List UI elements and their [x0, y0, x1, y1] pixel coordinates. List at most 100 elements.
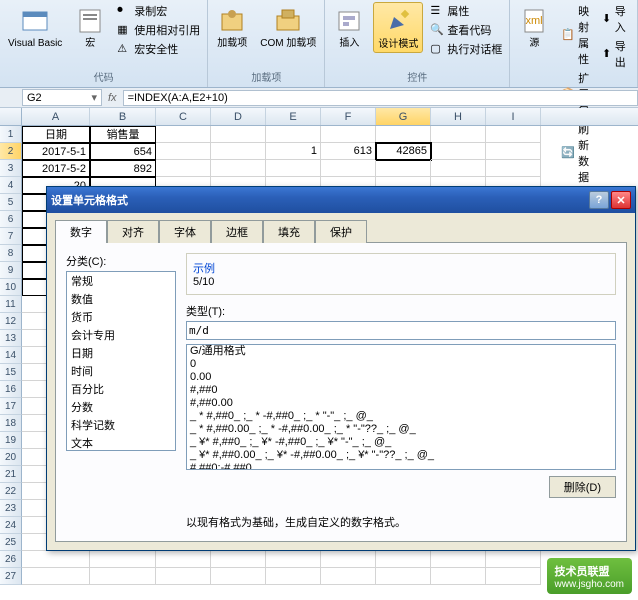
- cell[interactable]: [266, 551, 321, 568]
- delete-format-button[interactable]: 删除(D): [549, 476, 616, 498]
- run-dialog-button[interactable]: ▢执行对话框: [427, 40, 505, 58]
- category-listbox[interactable]: 常规数值货币会计专用日期时间百分比分数科学记数文本特殊自定义: [66, 271, 176, 451]
- cell[interactable]: 2017-5-1: [22, 143, 90, 160]
- row-header[interactable]: 22: [0, 483, 22, 500]
- macro-button[interactable]: 宏: [70, 2, 110, 51]
- row-header[interactable]: 8: [0, 245, 22, 262]
- format-item[interactable]: _ ¥* #,##0_ ;_ ¥* -#,##0_ ;_ ¥* "-"_ ;_ …: [187, 436, 615, 449]
- cell[interactable]: [431, 143, 486, 160]
- cell[interactable]: [266, 160, 321, 177]
- row-header[interactable]: 16: [0, 381, 22, 398]
- cell[interactable]: [156, 568, 211, 585]
- row-header[interactable]: 9: [0, 262, 22, 279]
- format-item[interactable]: #,##0.00: [187, 397, 615, 410]
- cell[interactable]: [321, 126, 376, 143]
- cell[interactable]: 1: [266, 143, 321, 160]
- format-item[interactable]: 0: [187, 358, 615, 371]
- col-header-B[interactable]: B: [90, 108, 156, 125]
- addins-button[interactable]: 加载项: [212, 2, 252, 51]
- dialog-close-button[interactable]: ✕: [611, 191, 631, 209]
- cell[interactable]: [486, 551, 541, 568]
- xml-import-button[interactable]: ⬇导入: [599, 2, 633, 36]
- cell[interactable]: [90, 551, 156, 568]
- cell[interactable]: [431, 126, 486, 143]
- row-header[interactable]: 1: [0, 126, 22, 143]
- cell[interactable]: [211, 160, 266, 177]
- cell[interactable]: [321, 551, 376, 568]
- format-item[interactable]: #,##0;-#,##0: [187, 462, 615, 470]
- row-header[interactable]: 23: [0, 500, 22, 517]
- cell[interactable]: [376, 160, 431, 177]
- format-listbox[interactable]: G/通用格式00.00#,##0#,##0.00_ * #,##0_ ;_ * …: [186, 344, 616, 470]
- row-header[interactable]: 27: [0, 568, 22, 585]
- row-header[interactable]: 13: [0, 330, 22, 347]
- dialog-tab[interactable]: 保护: [315, 220, 367, 243]
- row-header[interactable]: 18: [0, 415, 22, 432]
- dialog-tab[interactable]: 填充: [263, 220, 315, 243]
- category-item[interactable]: 日期: [67, 344, 175, 362]
- cell[interactable]: 销售量: [90, 126, 156, 143]
- cell[interactable]: 892: [90, 160, 156, 177]
- col-header-F[interactable]: F: [321, 108, 376, 125]
- row-header[interactable]: 17: [0, 398, 22, 415]
- namebox-dropdown-icon[interactable]: ▾: [91, 91, 97, 104]
- category-item[interactable]: 货币: [67, 308, 175, 326]
- format-item[interactable]: _ * #,##0.00_ ;_ * -#,##0.00_ ;_ * "-"??…: [187, 423, 615, 436]
- col-header-E[interactable]: E: [266, 108, 321, 125]
- cell[interactable]: [431, 551, 486, 568]
- cell[interactable]: [486, 160, 541, 177]
- dialog-titlebar[interactable]: 设置单元格格式 ? ✕: [47, 187, 635, 213]
- row-header[interactable]: 11: [0, 296, 22, 313]
- cell[interactable]: [211, 551, 266, 568]
- category-item[interactable]: 分数: [67, 398, 175, 416]
- xml-source-button[interactable]: xml 源: [514, 2, 554, 51]
- cell[interactable]: [486, 143, 541, 160]
- cell[interactable]: [211, 126, 266, 143]
- cell[interactable]: 日期: [22, 126, 90, 143]
- cell[interactable]: [156, 143, 211, 160]
- row-header[interactable]: 24: [0, 517, 22, 534]
- formula-input[interactable]: =INDEX(A:A,E2+10): [123, 90, 638, 106]
- com-addins-button[interactable]: COM 加载项: [256, 2, 320, 51]
- row-header[interactable]: 14: [0, 347, 22, 364]
- macro-security-button[interactable]: ⚠宏安全性: [114, 40, 203, 58]
- cell[interactable]: [486, 568, 541, 585]
- row-header[interactable]: 26: [0, 551, 22, 568]
- view-code-button[interactable]: 🔍查看代码: [427, 21, 505, 39]
- relative-ref-button[interactable]: ▦使用相对引用: [114, 21, 203, 39]
- dialog-tab[interactable]: 字体: [159, 220, 211, 243]
- cell[interactable]: [266, 568, 321, 585]
- cell[interactable]: [22, 551, 90, 568]
- record-macro-button[interactable]: ⏺录制宏: [114, 2, 203, 20]
- type-input[interactable]: [186, 321, 616, 340]
- format-item[interactable]: 0.00: [187, 371, 615, 384]
- category-item[interactable]: 百分比: [67, 380, 175, 398]
- format-item[interactable]: _ * #,##0_ ;_ * -#,##0_ ;_ * "-"_ ;_ @_: [187, 410, 615, 423]
- format-item[interactable]: _ ¥* #,##0.00_ ;_ ¥* -#,##0.00_ ;_ ¥* "-…: [187, 449, 615, 462]
- dialog-help-button[interactable]: ?: [589, 191, 609, 209]
- col-header-H[interactable]: H: [431, 108, 486, 125]
- design-mode-button[interactable]: 设计模式: [373, 2, 423, 53]
- row-header[interactable]: 7: [0, 228, 22, 245]
- row-header[interactable]: 25: [0, 534, 22, 551]
- dialog-tab[interactable]: 边框: [211, 220, 263, 243]
- col-header-G[interactable]: G: [376, 108, 431, 125]
- cell[interactable]: [211, 568, 266, 585]
- name-box[interactable]: G2▾: [22, 89, 102, 106]
- row-header[interactable]: 20: [0, 449, 22, 466]
- select-all-corner[interactable]: [0, 108, 22, 125]
- row-header[interactable]: 6: [0, 211, 22, 228]
- dialog-tab[interactable]: 对齐: [107, 220, 159, 243]
- map-props-button[interactable]: 📋映射属性: [558, 2, 595, 68]
- col-header-I[interactable]: I: [486, 108, 541, 125]
- cell[interactable]: [90, 568, 156, 585]
- col-header-A[interactable]: A: [22, 108, 90, 125]
- category-item[interactable]: 文本: [67, 434, 175, 451]
- cell[interactable]: 613: [321, 143, 376, 160]
- cell[interactable]: [266, 126, 321, 143]
- category-item[interactable]: 常规: [67, 272, 175, 290]
- row-header[interactable]: 21: [0, 466, 22, 483]
- cell[interactable]: [156, 160, 211, 177]
- cell[interactable]: [321, 160, 376, 177]
- cell[interactable]: 654: [90, 143, 156, 160]
